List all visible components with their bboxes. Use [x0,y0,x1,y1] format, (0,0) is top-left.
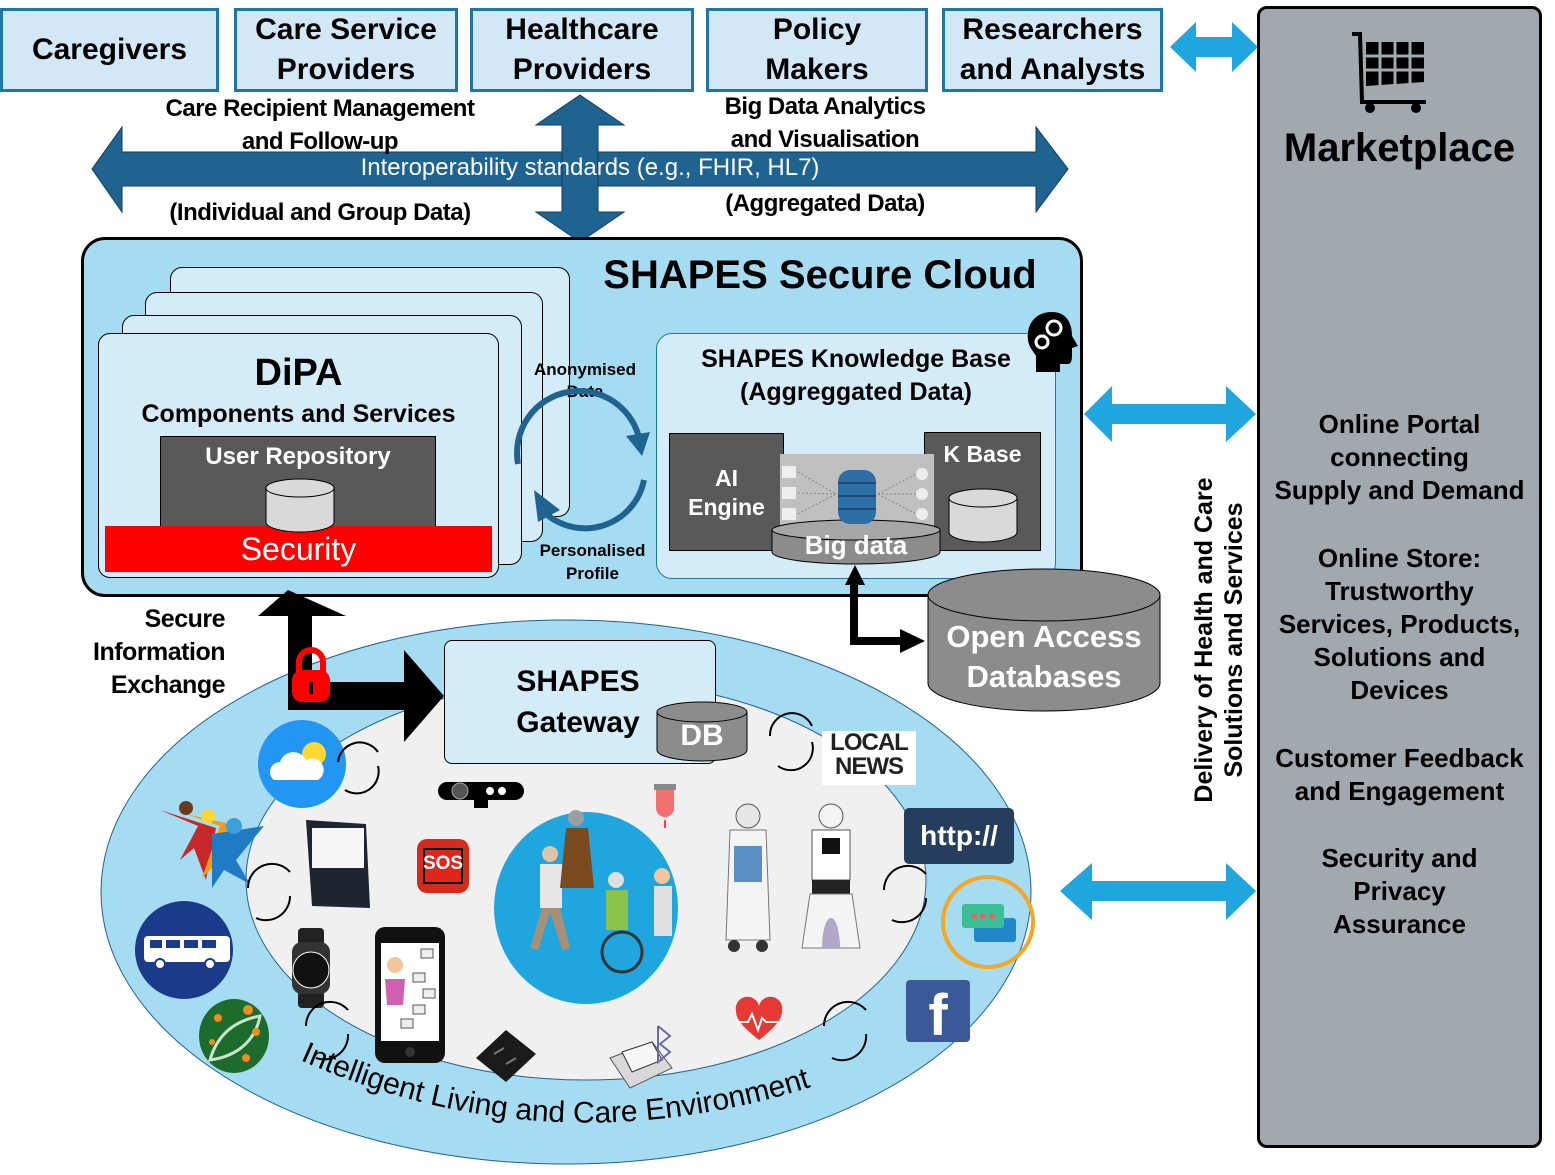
svg-text:Intelligent Living and Care En: Intelligent Living and Care Environment [297,1036,814,1129]
environment-label-path: Intelligent Living and Care Environment [297,1036,814,1129]
marketplace-title: Marketplace [1283,126,1516,170]
sync-arrow-icon [246,862,292,922]
shopping-cart-icon [1352,32,1426,113]
marketplace-item-online-portal: Online Portal connecting Supply and Dema… [1274,409,1525,505]
sync-arrow-icon [882,864,928,924]
delivery-label: Delivery of Health and Care Solutions an… [1190,477,1248,803]
marketplace-item-customer-feedback: Customer Feedback and Engagement [1275,743,1524,806]
environment-label: Intelligent Living and Care Environment [297,1036,814,1129]
marketplace-item-online-store: Online Store: Trustworthy Services, Prod… [1278,543,1521,705]
marketplace-item-security-privacy: Security and Privacy Assurance [1321,843,1478,939]
sync-arrow-icon [768,712,814,772]
sync-arrow-icon [337,741,380,795]
delivery-label-wrap: Delivery of Health and Care Solutions an… [1184,450,1254,840]
